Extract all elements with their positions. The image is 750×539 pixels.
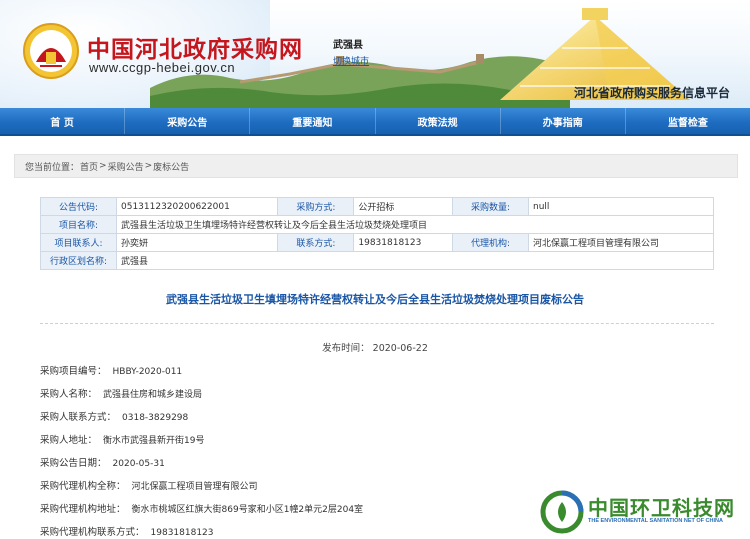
main-nav: 首 页 采购公告 重要通知 政策法规 办事指南 监督检查 bbox=[0, 108, 750, 136]
nav-item-procurement-notice[interactable]: 采购公告 bbox=[125, 108, 251, 134]
field-agency-address: 采购代理机构地址： 衡水市桃城区红旗大街869号家和小区1幢2单元2层204室 bbox=[40, 504, 364, 515]
field-purchaser-name: 采购人名称： 武强县住房和城乡建设局 bbox=[40, 389, 203, 400]
method-value: 公开招标 bbox=[353, 197, 454, 216]
phone-value: 19831818123 bbox=[353, 233, 454, 252]
publish-label: 发布时间： bbox=[322, 343, 370, 354]
contact-value: 孙奕妍 bbox=[115, 233, 279, 252]
publish-line: 发布时间： 2020-06-22 bbox=[0, 340, 750, 354]
site-title: 中国河北政府采购网 bbox=[87, 37, 303, 63]
header-banner: 中国河北政府采购网 www.ccgp-hebei.gov.cn 武强县 切换城市… bbox=[0, 0, 750, 108]
watermark-logo-icon bbox=[540, 490, 584, 534]
phone-label: 联系方式: bbox=[277, 233, 355, 252]
code-value: 0513112320200622001 bbox=[115, 197, 279, 216]
watermark: 中国环卫科技网 THE ENVIRONMENTAL SANITATION NET… bbox=[540, 490, 745, 534]
site-logo-icon bbox=[23, 23, 79, 79]
watermark-text: 中国环卫科技网 bbox=[588, 496, 735, 520]
project-value: 武强县生活垃圾卫生填埋场特许经营权转让及今后全县生活垃圾焚烧处理项目 bbox=[116, 215, 714, 234]
region-name: 武强县 bbox=[333, 40, 363, 51]
nav-item-guide[interactable]: 办事指南 bbox=[501, 108, 626, 134]
breadcrumb-home[interactable]: 首页 bbox=[80, 160, 98, 173]
code-label: 公告代码: bbox=[40, 197, 117, 216]
contact-label: 项目联系人: bbox=[40, 233, 117, 252]
quantity-label: 采购数量: bbox=[452, 197, 530, 216]
watermark-subtitle: THE ENVIRONMENTAL SANITATION NET OF CHIN… bbox=[588, 518, 723, 524]
table-row: 项目名称: 武强县生活垃圾卫生填埋场特许经营权转让及今后全县生活垃圾焚烧处理项目 bbox=[40, 215, 714, 234]
project-label: 项目名称: bbox=[40, 215, 117, 234]
breadcrumb: 您当前位置： 首页 > 采购公告 > 废标公告 bbox=[14, 154, 738, 178]
table-row: 公告代码: 0513112320200622001 采购方式: 公开招标 采购数… bbox=[40, 197, 714, 216]
breadcrumb-current: 废标公告 bbox=[153, 162, 190, 173]
field-agency-name: 采购代理机构全称： 河北保赢工程项目管理有限公司 bbox=[40, 481, 258, 492]
method-label: 采购方式: bbox=[277, 197, 355, 216]
field-notice-date: 采购公告日期： 2020-05-31 bbox=[40, 458, 165, 469]
nav-item-important-notice[interactable]: 重要通知 bbox=[250, 108, 376, 134]
field-purchaser-contact: 采购人联系方式： 0318-3829298 bbox=[40, 412, 189, 423]
breadcrumb-prefix: 您当前位置： bbox=[25, 162, 80, 173]
field-agency-contact: 采购代理机构联系方式： 19831818123 bbox=[40, 527, 214, 538]
platform-name: 河北省政府购买服务信息平台 bbox=[573, 86, 730, 100]
field-purchaser-address: 采购人地址： 衡水市武强县新开街19号 bbox=[40, 435, 205, 446]
nav-item-supervision[interactable]: 监督检查 bbox=[626, 108, 750, 134]
notice-info-table: 公告代码: 0513112320200622001 采购方式: 公开招标 采购数… bbox=[40, 197, 714, 270]
site-url: www.ccgp-hebei.gov.cn bbox=[89, 60, 236, 75]
quantity-value: null bbox=[528, 197, 714, 216]
nav-item-policy[interactable]: 政策法规 bbox=[376, 108, 501, 134]
notice-title: 武强县生活垃圾卫生填埋场特许经营权转让及今后全县生活垃圾焚烧处理项目废标公告 bbox=[166, 293, 584, 306]
switch-city-link[interactable]: 切换城市 bbox=[333, 54, 369, 67]
publish-date: 2020-06-22 bbox=[372, 343, 428, 354]
breadcrumb-procurement-notice[interactable]: 采购公告 bbox=[108, 160, 144, 173]
table-row: 行政区划名称: 武强县 bbox=[40, 251, 714, 270]
breadcrumb-separator: > bbox=[99, 161, 107, 171]
district-label: 行政区划名称: bbox=[40, 251, 117, 270]
divider bbox=[40, 323, 714, 324]
table-row: 项目联系人: 孙奕妍 联系方式: 19831818123 代理机构: 河北保赢工… bbox=[40, 233, 714, 252]
district-value: 武强县 bbox=[116, 251, 714, 270]
nav-item-home[interactable]: 首 页 bbox=[0, 108, 126, 134]
breadcrumb-separator: > bbox=[144, 161, 153, 171]
agency-value: 河北保赢工程项目管理有限公司 bbox=[528, 233, 714, 252]
field-project-number: 采购项目编号： HBBY-2020-011 bbox=[40, 366, 183, 377]
agency-label: 代理机构: bbox=[452, 233, 530, 252]
